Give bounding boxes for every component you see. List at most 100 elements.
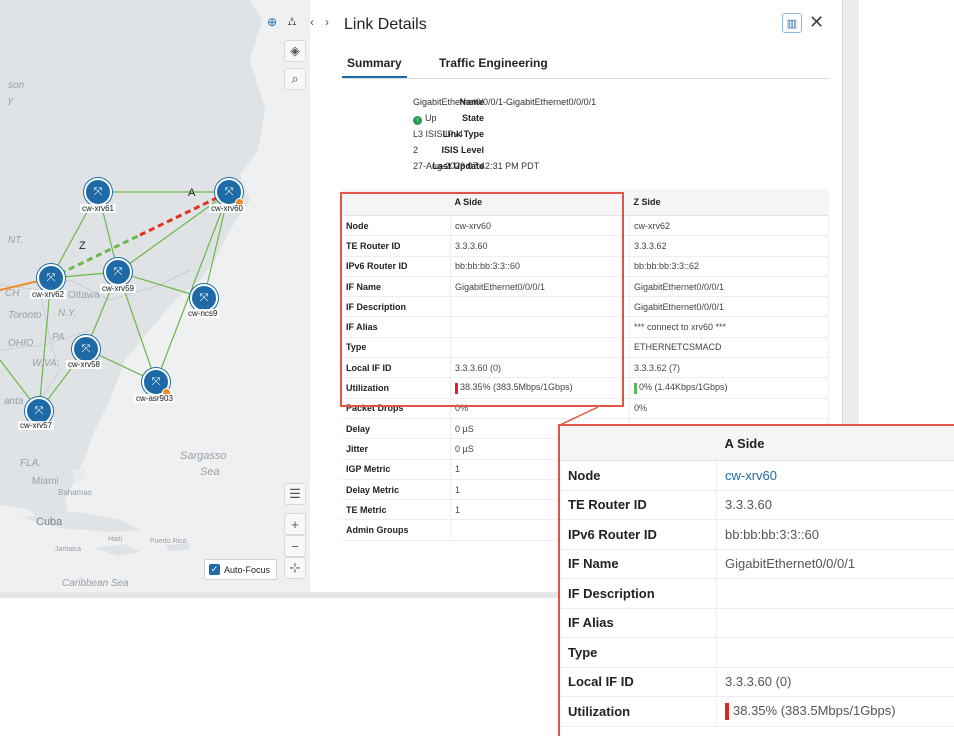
a-side-cell: GigabitEthernet0/0/0/1 [716, 549, 954, 579]
row-label: Jitter [342, 438, 451, 460]
row-label: Delay Metric [342, 479, 451, 501]
z-side-cell: 0% (1.44Kbps/1Gbps) [629, 377, 829, 399]
a-side-cell: 3.3.3.60 [716, 490, 954, 520]
node-label: cw-xrv61 [80, 204, 117, 213]
table-row: IF Name GigabitEthernet0/0/0/1 [560, 549, 954, 579]
a-side-cell [716, 637, 954, 668]
map-label-sargasso: Sargasso [180, 450, 227, 462]
table-row: IF Description [560, 578, 954, 609]
topology-view-button[interactable]: ⛼ [283, 12, 301, 32]
node-cw-ncs9[interactable]: ⤧ [190, 284, 218, 312]
fit-icon: ⊹ [289, 560, 301, 575]
row-label: Type [560, 637, 717, 668]
z-side-cell: 3.3.3.62 (7) [629, 357, 829, 379]
node-label: cw-xrv57 [18, 421, 55, 430]
trash-icon: ▥ [786, 17, 798, 30]
row-label: Node [560, 460, 717, 491]
row-label: IF Description [560, 578, 717, 609]
chevron-right-icon: › [325, 15, 329, 29]
search-icon: ⌕ [291, 71, 299, 86]
map-label-fla: FLA. [20, 458, 42, 469]
map-label-pa: PA [52, 332, 65, 343]
checkbox-icon: ✓ [209, 564, 220, 575]
z-side-cell: GigabitEthernet0/0/0/1 [629, 296, 829, 318]
node-cw-xrv58[interactable]: ⤧ [72, 335, 100, 363]
tab-summary[interactable]: Summary [342, 56, 407, 78]
link-end-z-label: Z [79, 240, 86, 252]
state-value: Up [425, 113, 437, 123]
map-label-ottawa: Ottawa [68, 290, 100, 301]
table-row: TE Router ID 3.3.3.60 [560, 490, 954, 520]
map-label-bahamas: Bahamas [58, 488, 92, 497]
table-row: IF Alias [560, 608, 954, 638]
node-label: cw-xrv59 [100, 284, 137, 293]
z-side-cell: ETHERNETCSMACD [629, 337, 829, 359]
link-type-value: L3 ISIS IPv4 [413, 129, 464, 139]
router-icon: ⤧ [81, 342, 91, 355]
auto-focus-toggle[interactable]: ✓ Auto-Focus [204, 559, 278, 580]
delete-button[interactable]: ▥ [782, 13, 802, 33]
node-cw-xrv60[interactable]: ⤧ [215, 178, 244, 207]
map-label-haiti: Haiti [108, 536, 123, 543]
table-header-z-side: Z Side [629, 189, 829, 216]
list-icon: ☰ [289, 486, 301, 501]
a-side-cell [716, 578, 954, 609]
table-row: Type [560, 637, 954, 668]
globe-view-button[interactable]: ⊕ [263, 12, 281, 32]
node-cw-asr903[interactable]: ⤧ [142, 368, 171, 397]
node-cw-xrv59[interactable]: ⤧ [104, 258, 132, 286]
row-label: IF Alias [560, 608, 717, 638]
fit-button[interactable]: ⊹ [284, 557, 306, 579]
map-label-anta: anta [4, 396, 24, 407]
z-side-cell: 0% [629, 398, 829, 419]
search-button[interactable]: ⌕ [284, 68, 306, 90]
map-label-toronto: Toronto [8, 310, 42, 321]
router-icon: ⤧ [93, 185, 103, 198]
utilization-text: 0% (1.44Kbps/1Gbps) [639, 382, 728, 393]
node-label: cw-ncs9 [186, 309, 220, 318]
layers-button[interactable]: ◈ [284, 40, 306, 62]
link-end-a-label: A [188, 187, 196, 199]
zoom-in-button[interactable]: + [284, 513, 306, 535]
map-label-nt: NT. [8, 235, 24, 246]
row-label: IGP Metric [342, 459, 451, 480]
zoom-out-button[interactable]: − [284, 535, 306, 557]
zoom-out-icon: − [291, 538, 299, 554]
z-side-cell: *** connect to xrv60 *** [629, 316, 829, 338]
map-label-ch: CH [5, 288, 20, 299]
map-label-jamaica: Jamaica [55, 546, 82, 553]
table-row: Local IF ID 3.3.3.60 (0) [560, 667, 954, 697]
z-side-cell: 3.3.3.62 [629, 235, 829, 257]
map-label-miami: Miami [32, 476, 59, 487]
close-button[interactable]: ✕ [809, 12, 824, 33]
layers-icon: ◈ [290, 43, 300, 58]
node-cw-xrv61[interactable]: ⤧ [84, 178, 112, 206]
panel-title: Link Details [344, 16, 427, 33]
list-button[interactable]: ☰ [284, 483, 306, 505]
zoomed-callout: A Side Node cw-xrv60 TE Router ID 3.3.3.60 I… [558, 424, 954, 736]
node-label: cw-xrv62 [30, 290, 67, 299]
close-icon: ✕ [809, 12, 825, 32]
map-label-ohio: OHIO [8, 338, 34, 349]
map-label-y: y [8, 95, 13, 106]
map-label-wva: W.VA. [32, 358, 60, 369]
z-side-cell: GigabitEthernet0/0/0/1 [629, 276, 829, 298]
node-cw-xrv62[interactable]: ⤧ [37, 264, 65, 292]
topology-links [0, 190, 230, 412]
last-update-value: 27-Aug-2023 07:42:31 PM PDT [413, 161, 540, 171]
a-side-cell: cw-xrv60 [716, 460, 954, 491]
topology-map[interactable]: son y NT. CH Ottawa Toronto N.Y. PA OHIO… [0, 0, 310, 598]
map-label-son: son [8, 80, 25, 91]
zoomed-a-side-table: A Side Node cw-xrv60 TE Router ID 3.3.3.60 I… [560, 426, 954, 727]
globe-icon: ⊕ [266, 15, 278, 29]
table-row: IPv6 Router ID bb:bb:bb:3:3::60 [560, 519, 954, 550]
topology-icon: ⛼ [287, 14, 297, 28]
row-label: TE Router ID [560, 490, 717, 520]
tab-traffic-engineering[interactable]: Traffic Engineering [434, 56, 553, 76]
table-row: Node cw-xrv60 [560, 460, 954, 491]
row-label: Utilization [560, 696, 717, 727]
node-label: cw-xrv60 [209, 204, 246, 213]
z-side-cell: bb:bb:bb:3:3::62 [629, 256, 829, 277]
z-side-cell[interactable]: cw-xrv62 [629, 215, 829, 237]
isis-level-label: ISIS Level [441, 145, 484, 155]
